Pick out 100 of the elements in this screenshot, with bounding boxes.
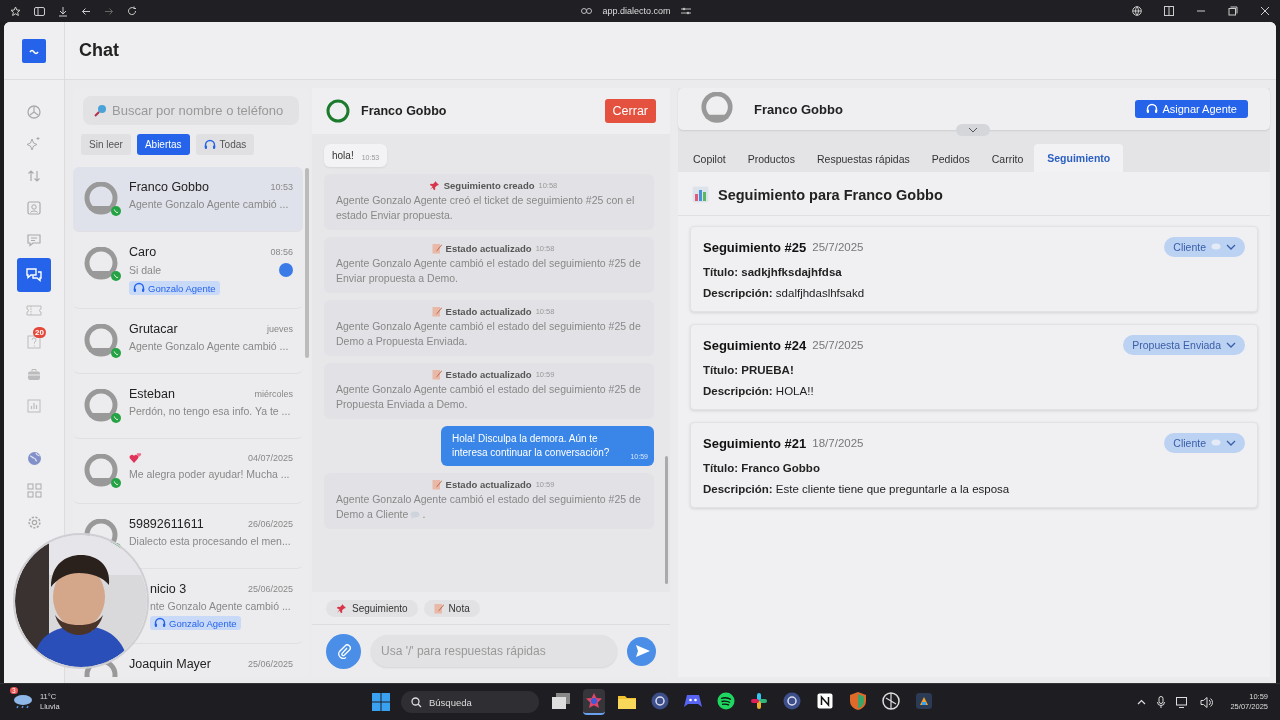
paperclip-icon	[335, 643, 352, 659]
tab[interactable]: Productos	[736, 146, 806, 172]
event-title: Seguimiento creado	[443, 180, 535, 191]
memo-icon	[431, 479, 442, 490]
nav-item[interactable]	[17, 258, 51, 292]
chevron-down-icon	[1226, 440, 1236, 446]
search-icon	[411, 696, 422, 708]
memo-icon	[433, 602, 444, 614]
status-dropdown[interactable]: Cliente	[1164, 237, 1245, 257]
headset-icon	[133, 282, 145, 294]
conversation-time: 25/06/2025	[247, 659, 293, 669]
chevron-down-icon	[968, 127, 978, 133]
speaker-icon[interactable]	[1200, 696, 1214, 708]
whatsapp-icon	[111, 413, 121, 423]
conversation-time: 04/07/2025	[247, 453, 293, 463]
contact-name: 59892611611	[129, 517, 204, 531]
memo-icon	[431, 306, 442, 317]
tab[interactable]: Respuestas rápidas	[805, 146, 921, 172]
send-button[interactable]	[627, 636, 656, 666]
filter-button[interactable]: Todas	[195, 134, 255, 155]
start-icon[interactable]	[372, 693, 390, 711]
hearts-icon	[129, 452, 143, 464]
follow-up-field: Descripción: HOLA!!	[703, 385, 1245, 397]
workspaces-icon[interactable]	[10, 5, 21, 17]
taskbar-search[interactable]: Búsqueda	[401, 691, 539, 713]
headset-icon	[1146, 103, 1159, 115]
quick-action-button[interactable]: Seguimiento	[326, 599, 418, 617]
address-bar[interactable]: app.dialecto.com	[602, 6, 671, 16]
globe-icon[interactable]	[1132, 6, 1142, 16]
settings-icon	[26, 514, 42, 530]
reload-icon[interactable]	[127, 6, 137, 16]
message-preview: Perdón, no tengo esa info. Ya te ...	[129, 405, 291, 417]
search-field[interactable]: Buscar por nombre o teléfono	[83, 96, 299, 125]
display-icon[interactable]	[1176, 696, 1190, 708]
message-preview: Me alegra poder ayudar! Mucha ...	[129, 468, 290, 480]
event-description: Agente Gonzalo Agente creó el ticket de seguimiento #25 con el estado Enviar propuesta.	[336, 193, 636, 223]
headset-icon	[154, 617, 166, 629]
sort-arrows-icon	[27, 169, 41, 183]
contact-icon	[27, 201, 41, 215]
follow-up-date: 18/7/2025	[812, 437, 865, 449]
conversation-time: jueves	[267, 324, 293, 334]
event-description: Agente Gonzalo Agente cambió el estado del seguimiento #25 de Enviar propuesta a Demo.	[336, 256, 642, 286]
sliders-icon[interactable]	[680, 7, 691, 15]
contact-name: Franco Gobbo	[129, 180, 209, 194]
conversation-item[interactable]: Grutacar jueves Agente Gonzalo Agente cambió ...	[73, 309, 303, 374]
follow-up-field: Título: Franco Gobbo	[703, 462, 1245, 474]
dashboard-icon	[27, 105, 41, 119]
tab[interactable]: Carrito	[980, 146, 1035, 172]
back-icon[interactable]	[81, 6, 91, 16]
message-preview: nte Gonzalo Agente cambió ...	[150, 600, 291, 612]
event-title: Estado actualizado	[445, 369, 532, 380]
event-description: .	[422, 507, 426, 522]
conversation-time: 25/06/2025	[247, 584, 293, 594]
attach-button[interactable]	[326, 633, 361, 669]
scrollbar[interactable]	[665, 456, 668, 584]
filter-button[interactable]: Abiertas	[136, 134, 190, 155]
nav-item[interactable]: 20	[17, 327, 51, 357]
tab[interactable]: Pedidos	[920, 146, 981, 172]
globe-icon	[26, 450, 42, 466]
contact-name: Franco Gobbo	[754, 101, 844, 117]
download-icon[interactable]	[58, 5, 68, 17]
assign-agent-button[interactable]: Asignar Agente	[1135, 100, 1248, 118]
message-input[interactable]: Usa '/' para respuestas rápidas	[371, 635, 617, 667]
conversation-item[interactable]: Esteban miércoles Perdón, no tengo esa info. Ya te ...	[73, 374, 303, 439]
conversation-time: miércoles	[254, 389, 293, 399]
agent-tag: Gonzalo Agente	[129, 281, 220, 295]
close-icon[interactable]	[1260, 6, 1270, 16]
event-description: Agente Gonzalo Agente cambió el estado del seguimiento #25 de Demo a Propuesta Enviada.	[336, 319, 642, 349]
unread-dot	[279, 263, 293, 277]
tab[interactable]: Seguimiento	[1034, 144, 1124, 172]
conversation-time: 10:53	[270, 182, 293, 192]
contact-name: Caro	[129, 245, 157, 259]
sidebar-toggle-icon[interactable]	[34, 6, 45, 16]
message-preview: Dialecto esta procesando el men...	[129, 535, 291, 547]
chevron-up-icon[interactable]	[1137, 699, 1147, 705]
quick-action-button[interactable]: Nota	[423, 599, 480, 617]
help-icon	[27, 335, 41, 349]
event-title: Estado actualizado	[445, 243, 532, 254]
status-dropdown[interactable]: Propuesta Enviada	[1123, 335, 1245, 355]
memo-icon	[431, 243, 442, 254]
filter-button[interactable]: Sin leer	[81, 134, 131, 155]
chevron-down-icon	[1226, 244, 1236, 250]
search-icon	[94, 104, 107, 117]
event-title: Estado actualizado	[445, 479, 532, 490]
close-chat-button[interactable]: Cerrar	[604, 99, 656, 123]
follow-up-title: Seguimiento #24	[703, 337, 807, 353]
conversation-item[interactable]: Franco Gobbo 10:53 Agente Gonzalo Agente cambió ...	[73, 167, 303, 232]
status-dropdown[interactable]: Cliente	[1164, 433, 1245, 453]
conversation-time: 08:56	[270, 247, 293, 257]
scrollbar[interactable]	[305, 168, 309, 358]
section-title: Seguimiento para Franco Gobbo	[718, 186, 943, 203]
conversation-item[interactable]: Caro 08:56 Si dale Gonzalo Agente	[73, 232, 303, 309]
split-view-icon[interactable]	[1164, 6, 1174, 16]
restore-icon[interactable]	[1228, 6, 1238, 16]
logo-icon[interactable]	[22, 38, 46, 63]
contact-name: nicio 3	[150, 582, 187, 596]
microphone-icon[interactable]	[1157, 696, 1166, 708]
tab[interactable]: Copilot	[682, 146, 737, 172]
forward-icon[interactable]	[104, 6, 114, 16]
ticket-icon	[26, 304, 42, 316]
